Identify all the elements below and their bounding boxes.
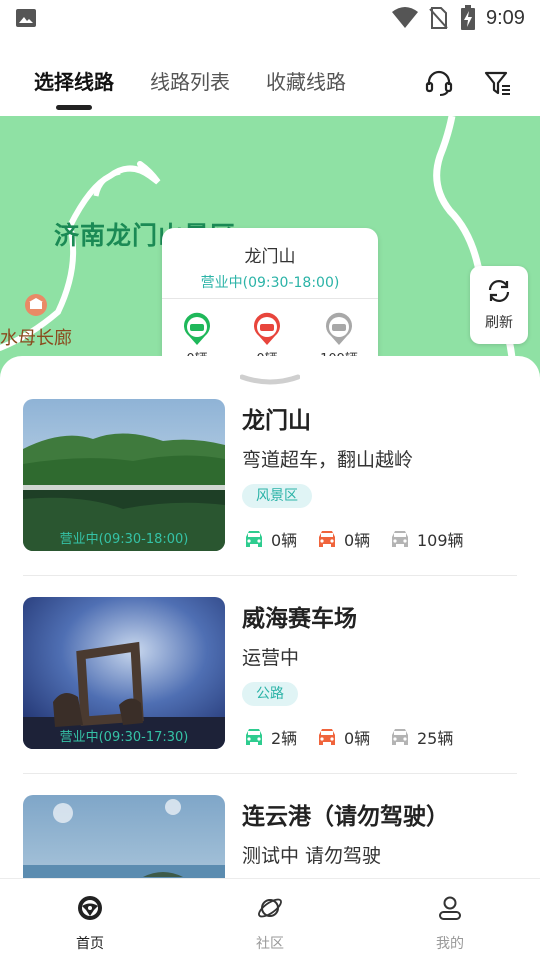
divider — [162, 298, 378, 299]
route-map[interactable]: 济南龙门山景区 水母长廊 龙门山 营业中(09:30-18:00) 0辆 0辆 … — [0, 116, 540, 386]
tab-favorite-routes[interactable]: 收藏线路 — [266, 66, 346, 95]
planet-icon — [258, 898, 282, 918]
available-car-icon — [246, 531, 262, 547]
no-sim-icon — [429, 7, 448, 29]
busy-car-icon — [319, 729, 335, 745]
route-card-longmenshan[interactable]: 营业中(09:30-18:00) 龙门山 弯道超车，翻山越岭 风景区 0辆 0辆… — [0, 399, 540, 597]
route-description: 运营中 — [242, 647, 300, 669]
status-bar: 9:09 — [0, 0, 540, 38]
clock: 9:09 — [486, 7, 525, 29]
nav-home-label: 首页 — [76, 936, 104, 952]
route-list-sheet: 营业中(09:30-18:00) 龙门山 弯道超车，翻山越岭 风景区 0辆 0辆… — [0, 356, 540, 896]
sheet-collapse-handle-icon[interactable] — [240, 374, 300, 390]
refresh-icon — [488, 280, 510, 302]
route-description: 测试中 请勿驾驶 — [242, 845, 382, 867]
route-description: 弯道超车，翻山越岭 — [242, 449, 414, 471]
bottom-navigation: 首页 社区 我的 — [0, 878, 540, 960]
active-tab-indicator — [56, 105, 92, 110]
offline-car-pin-icon — [326, 312, 352, 345]
route-thumbnail: 营业中(09:30-17:30) — [23, 597, 225, 749]
refresh-label: 刷新 — [485, 315, 513, 331]
available-car-icon — [246, 729, 262, 745]
nav-community[interactable]: 社区 — [180, 879, 360, 960]
nav-profile-label: 我的 — [436, 936, 464, 952]
route-tabs: 选择线路 线路列表 收藏线路 — [0, 38, 540, 116]
busy-car-count: 0辆 — [344, 729, 371, 748]
tab-select-route[interactable]: 选择线路 — [34, 66, 114, 95]
route-tag: 风景区 — [242, 484, 312, 508]
refresh-button[interactable]: 刷新 — [470, 266, 528, 344]
route-card-weihai[interactable]: 营业中(09:30-17:30) 威海赛车场 运营中 公路 2辆 0辆 25辆 — [0, 597, 540, 795]
nav-home[interactable]: 首页 — [0, 879, 180, 960]
offline-car-count: 109辆 — [417, 531, 464, 550]
available-car-count: 2辆 — [271, 729, 298, 748]
route-hours: 营业中(09:30-18:00) — [59, 532, 189, 547]
route-hours: 营业中(09:30-17:30) — [59, 730, 189, 745]
poi-pin-icon[interactable] — [24, 294, 48, 320]
route-title: 龙门山 — [242, 408, 311, 434]
busy-car-icon — [319, 531, 335, 547]
steering-wheel-icon — [78, 896, 102, 920]
busy-car-count: 0辆 — [344, 531, 371, 550]
route-tag: 公路 — [242, 682, 298, 706]
nav-profile[interactable]: 我的 — [360, 879, 540, 960]
gallery-icon — [16, 9, 36, 27]
nav-community-label: 社区 — [256, 936, 284, 952]
divider — [23, 575, 517, 576]
route-thumbnail — [23, 795, 225, 878]
available-car-pin-icon — [184, 312, 210, 345]
popup-title: 龙门山 — [244, 247, 296, 267]
poi-label[interactable]: 水母长廊 — [0, 324, 72, 350]
route-title: 威海赛车场 — [242, 606, 357, 632]
route-card-lianyungang[interactable]: 连云港（请勿驾驶） 测试中 请勿驾驶 — [0, 795, 540, 878]
route-thumbnail: 营业中(09:30-18:00) — [23, 399, 225, 551]
route-title: 连云港（请勿驾驶） — [242, 804, 449, 830]
popup-status: 营业中(09:30-18:00) — [200, 275, 340, 291]
available-car-count: 0辆 — [271, 531, 298, 550]
offline-car-icon — [392, 531, 408, 547]
divider — [23, 773, 517, 774]
offline-car-count: 25辆 — [417, 729, 454, 748]
offline-car-icon — [392, 729, 408, 745]
filter-icon[interactable] — [483, 68, 513, 98]
user-icon — [439, 896, 461, 920]
headset-icon[interactable] — [424, 68, 454, 98]
battery-charging-icon — [461, 5, 475, 30]
wifi-icon — [392, 7, 418, 28]
tab-route-list[interactable]: 线路列表 — [150, 66, 230, 95]
busy-car-pin-icon — [254, 312, 280, 345]
